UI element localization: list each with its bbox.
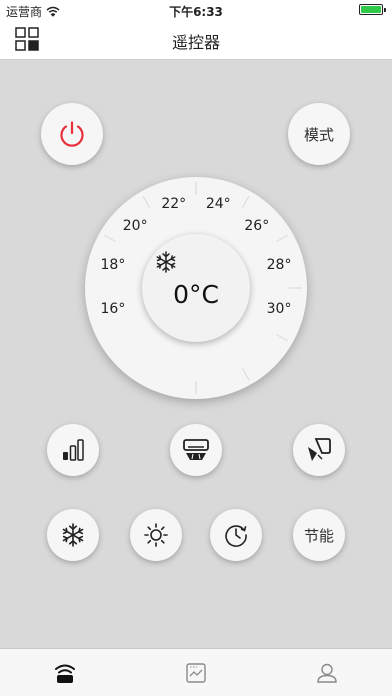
fan-speed-icon xyxy=(63,439,84,461)
tab-bar xyxy=(0,648,392,696)
current-temperature: 0°C xyxy=(173,280,219,309)
timer-icon xyxy=(225,525,247,547)
vertical-swing-button[interactable] xyxy=(170,424,222,476)
heat-mode-button[interactable] xyxy=(130,509,182,561)
chart-icon xyxy=(186,663,206,683)
energy-saving-label: 节能 xyxy=(303,526,334,545)
battery-icon xyxy=(359,4,386,15)
page-title: 遥控器 xyxy=(171,33,220,52)
snowflake-icon xyxy=(62,523,84,547)
temperature-display: 0°C xyxy=(142,234,250,342)
ac-horizontal-swing-icon xyxy=(308,438,331,461)
dial-temp-mark[interactable]: 28° xyxy=(259,257,299,273)
dial-temp-mark[interactable]: 26° xyxy=(237,218,277,234)
tab-user[interactable] xyxy=(262,649,392,696)
dial-temp-mark[interactable]: 22° xyxy=(154,196,194,212)
status-time: 下午6:33 xyxy=(169,5,223,19)
dial-tick xyxy=(242,195,250,208)
mode-button-label: 模式 xyxy=(303,125,334,144)
energy-saving-button[interactable]: 节能 xyxy=(293,509,345,561)
horizontal-swing-button[interactable] xyxy=(293,424,345,476)
snowflake-icon xyxy=(156,251,176,273)
status-bar: 运营商 下午6:33 xyxy=(0,0,392,20)
tab-remote[interactable] xyxy=(0,649,130,696)
dial-temp-mark[interactable]: 18° xyxy=(93,257,133,273)
remote-icon xyxy=(55,664,75,683)
dial-tick xyxy=(242,368,250,381)
ac-vertical-swing-icon xyxy=(183,439,209,460)
mode-button[interactable]: 模式 xyxy=(288,103,350,165)
dial-temp-mark[interactable]: 24° xyxy=(198,196,238,212)
cool-mode-button[interactable] xyxy=(47,509,99,561)
user-icon xyxy=(317,663,337,683)
dial-tick xyxy=(142,195,150,208)
dial-temp-mark[interactable]: 16° xyxy=(93,301,133,317)
navigation-bar: 遥控器 xyxy=(0,20,392,60)
dial-tick xyxy=(276,334,289,342)
dial-tick xyxy=(276,234,289,242)
tab-chart[interactable] xyxy=(131,649,261,696)
power-button[interactable] xyxy=(41,103,103,165)
timer-button[interactable] xyxy=(210,509,262,561)
sun-icon xyxy=(144,523,168,547)
dial-temp-mark[interactable]: 30° xyxy=(259,301,299,317)
dial-temp-mark[interactable]: 20° xyxy=(115,218,155,234)
power-icon xyxy=(60,121,84,147)
fan-speed-button[interactable] xyxy=(47,424,99,476)
temperature-dial[interactable]: 16° 18° 20° 22° 24° 26° 28° 30° 0°C xyxy=(85,177,307,399)
dial-tick xyxy=(103,234,116,242)
